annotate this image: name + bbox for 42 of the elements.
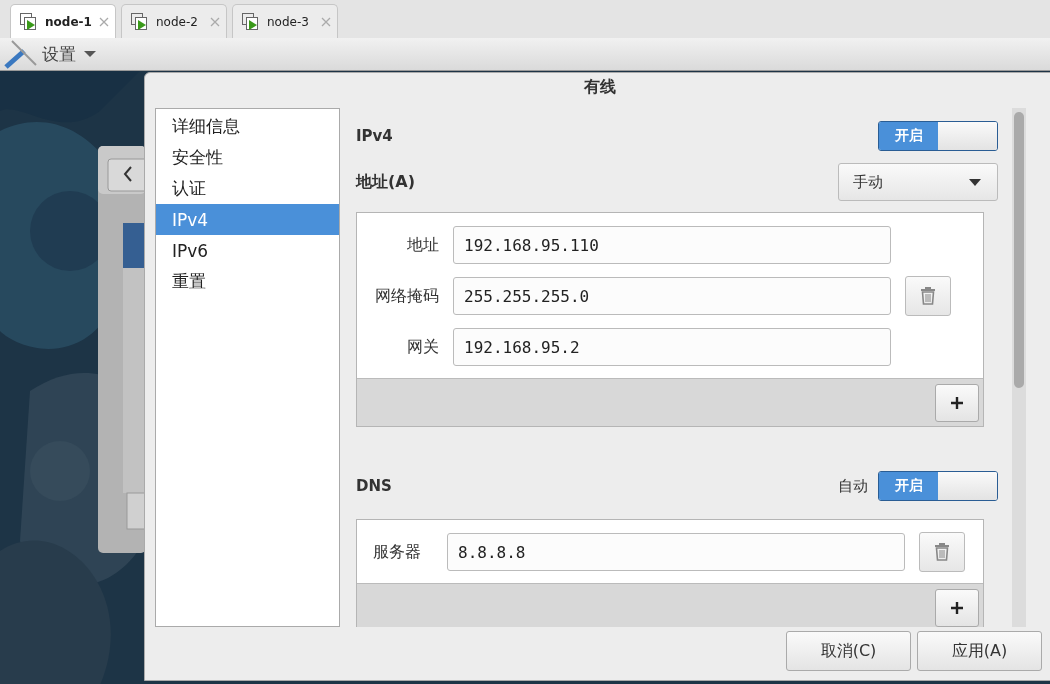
settings-menu[interactable]: 设置 xyxy=(42,42,96,66)
sidebar-item[interactable]: IPv6 xyxy=(156,235,339,266)
add-button[interactable] xyxy=(935,383,979,422)
field-label: 服务器 xyxy=(372,541,422,563)
tab[interactable]: node-1 xyxy=(10,4,116,38)
section-title: IPv4 xyxy=(356,127,393,145)
input-field[interactable]: 192.168.95.2 xyxy=(453,328,891,366)
field-label: 网关 xyxy=(406,336,440,358)
auto-label: 自动 xyxy=(838,476,868,496)
trash-icon xyxy=(933,542,951,562)
tab[interactable]: node-2 xyxy=(121,4,227,38)
input-field[interactable]: 192.168.95.110 xyxy=(453,226,891,264)
add-button[interactable] xyxy=(935,588,979,627)
plus-icon xyxy=(950,395,964,410)
delete-button[interactable] xyxy=(919,532,965,572)
method-dropdown[interactable]: 手动 xyxy=(838,163,998,201)
tab[interactable]: node-3 xyxy=(232,4,338,38)
caret-icon xyxy=(969,178,981,186)
delete-button[interactable] xyxy=(905,276,951,316)
window-play-icon xyxy=(241,11,261,32)
caret-icon xyxy=(84,50,96,58)
scrollbar[interactable] xyxy=(1012,108,1026,627)
input-field[interactable]: 8.8.8.8 xyxy=(447,533,905,571)
dialog-button[interactable]: 应用(A) xyxy=(917,631,1042,671)
plus-icon xyxy=(950,600,964,615)
close-icon[interactable] xyxy=(210,16,220,27)
sidebar-item[interactable]: 认证 xyxy=(156,173,339,204)
window-play-icon xyxy=(19,11,39,32)
input-field[interactable]: 255.255.255.0 xyxy=(453,277,891,315)
field-label: 地址 xyxy=(406,234,440,256)
close-icon[interactable] xyxy=(321,16,331,27)
window-play-icon xyxy=(130,11,150,32)
sidebar-item[interactable]: 详细信息 xyxy=(156,111,339,142)
sidebar-item[interactable]: 重置 xyxy=(156,266,339,297)
sidebar-item[interactable]: 安全性 xyxy=(156,142,339,173)
address-label: 地址(A) xyxy=(356,171,415,193)
window-title: 有线 xyxy=(584,76,616,98)
dialog-button[interactable]: 取消(C) xyxy=(786,631,911,671)
field-label: 网络掩码 xyxy=(374,285,440,307)
section-title: DNS xyxy=(356,477,392,495)
trash-icon xyxy=(919,286,937,306)
close-icon[interactable] xyxy=(99,16,109,27)
